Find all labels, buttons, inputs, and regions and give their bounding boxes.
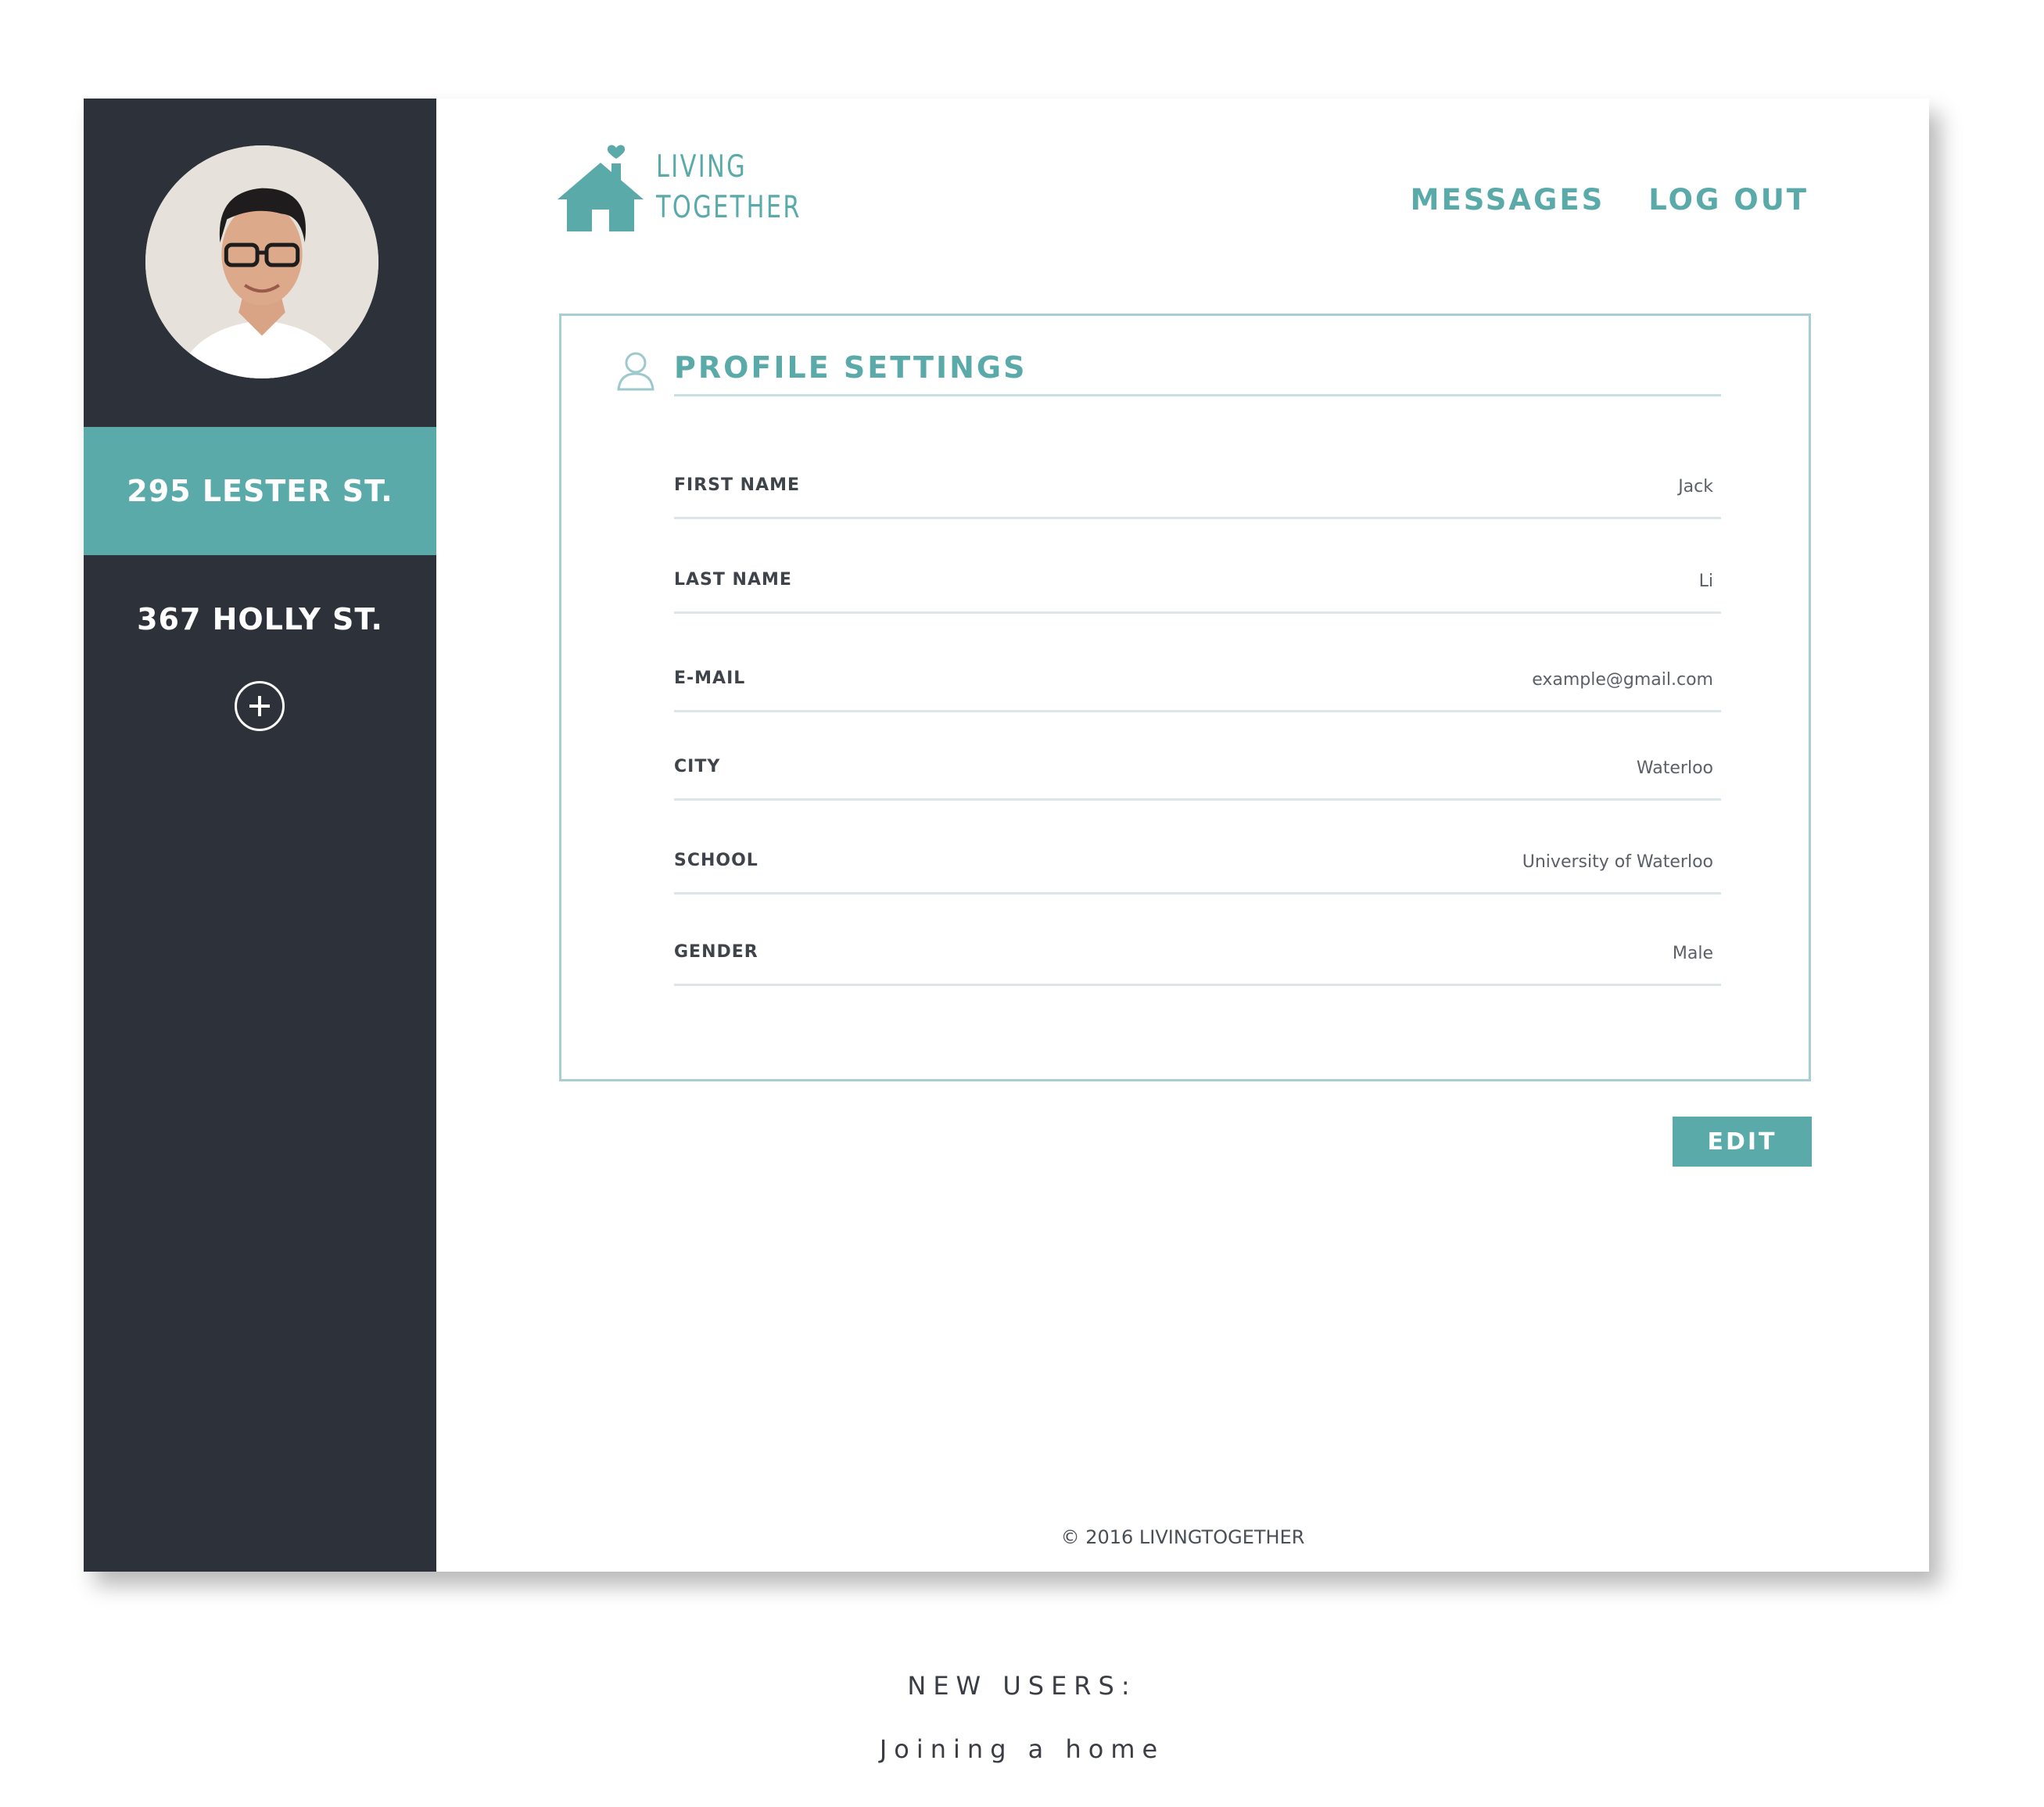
email-field[interactable]: E-MAIL example@gmail.com	[674, 665, 1721, 712]
field-label: LAST NAME	[674, 570, 792, 590]
profile-settings-header: PROFILE SETTINGS	[616, 346, 1721, 397]
field-value: Jack	[1678, 477, 1713, 497]
plus-icon	[249, 696, 270, 716]
logo-line-1: LIVING	[656, 149, 748, 185]
logout-link[interactable]: LOG OUT	[1648, 183, 1809, 217]
field-value: Waterloo	[1636, 758, 1713, 778]
caption-subtitle: Joining a home	[879, 1734, 1165, 1764]
field-label: E-MAIL	[674, 669, 746, 688]
user-outline-icon	[617, 352, 654, 391]
logo-wordmark: LIVING TOGETHER	[656, 147, 801, 228]
page-title: PROFILE SETTINGS	[674, 350, 1027, 385]
add-home-button[interactable]	[235, 681, 285, 731]
profile-settings-card: PROFILE SETTINGS FIRST NAME Jack LAST NA…	[559, 314, 1811, 1081]
sidebar-home-367-holly[interactable]: 367 HOLLY ST.	[84, 555, 436, 683]
field-label: CITY	[674, 757, 721, 776]
school-field[interactable]: SCHOOL University of Waterloo	[674, 848, 1721, 895]
edit-button[interactable]: EDIT	[1673, 1117, 1812, 1167]
main-content: LIVING TOGETHER MESSAGES LOG OUT PROFILE…	[436, 99, 1929, 1572]
field-label: GENDER	[674, 942, 758, 962]
avatar[interactable]	[145, 145, 378, 378]
field-value: Male	[1672, 944, 1713, 963]
logo-line-2: TOGETHER	[656, 190, 801, 225]
field-label: FIRST NAME	[674, 475, 801, 495]
copyright-footer: © 2016 LIVINGTOGETHER	[1060, 1526, 1305, 1548]
last-name-field[interactable]: LAST NAME Li	[674, 567, 1721, 614]
app-window: 295 LESTER ST. 367 HOLLY ST. LIVING TOGE…	[84, 99, 1929, 1572]
field-label: SCHOOL	[674, 851, 758, 870]
sidebar: 295 LESTER ST. 367 HOLLY ST.	[84, 99, 436, 1572]
field-value: University of Waterloo	[1522, 852, 1713, 872]
house-heart-icon	[558, 145, 644, 231]
messages-link[interactable]: MESSAGES	[1411, 183, 1605, 217]
first-name-field[interactable]: FIRST NAME Jack	[674, 472, 1721, 519]
sidebar-home-label: 295 LESTER ST.	[127, 474, 393, 508]
avatar-photo	[145, 145, 378, 378]
field-value: example@gmail.com	[1532, 670, 1713, 690]
caption-title: NEW USERS:	[907, 1671, 1137, 1701]
app-logo[interactable]: LIVING TOGETHER	[558, 142, 842, 231]
field-value: Li	[1698, 572, 1713, 591]
top-nav: MESSAGES LOG OUT	[1411, 183, 1809, 217]
city-field[interactable]: CITY Waterloo	[674, 754, 1721, 801]
sidebar-home-295-lester[interactable]: 295 LESTER ST.	[84, 427, 436, 555]
gender-field[interactable]: GENDER Male	[674, 939, 1721, 986]
title-divider	[674, 394, 1721, 396]
sidebar-home-label: 367 HOLLY ST.	[137, 602, 383, 636]
